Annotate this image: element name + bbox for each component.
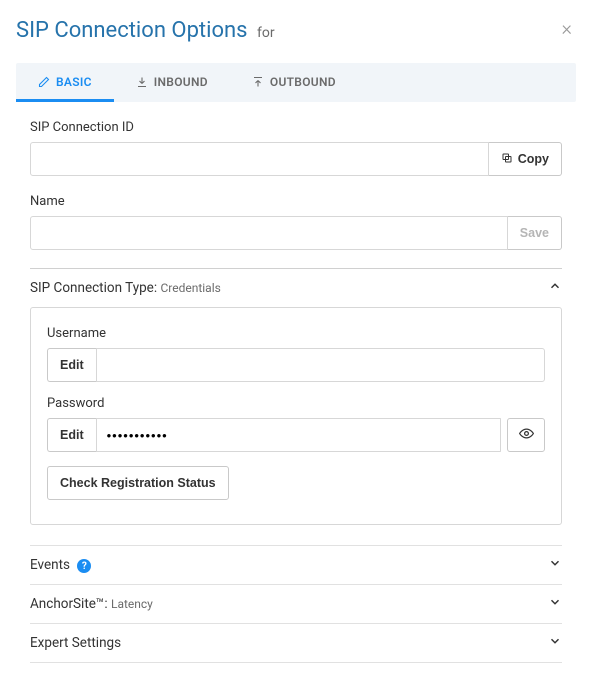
page-title-main: SIP Connection Options xyxy=(16,18,248,43)
help-icon: ? xyxy=(77,559,91,573)
sip-id-label: SIP Connection ID xyxy=(30,120,562,135)
page-title-for: for xyxy=(257,25,275,41)
sip-id-input[interactable] xyxy=(30,142,489,176)
close-button[interactable]: × xyxy=(558,18,576,38)
section-anchorsite-title: AnchorSite™: Latency xyxy=(30,596,153,612)
pencil-icon xyxy=(38,76,50,88)
copy-icon xyxy=(501,152,513,167)
section-events-title: Events ? xyxy=(30,557,91,574)
tab-inbound[interactable]: INBOUND xyxy=(114,63,230,102)
outbound-icon xyxy=(252,76,264,88)
name-label: Name xyxy=(30,194,562,209)
inbound-icon xyxy=(136,76,148,88)
password-label: Password xyxy=(47,396,545,411)
close-icon: × xyxy=(562,16,572,40)
check-registration-button[interactable]: Check Registration Status xyxy=(47,466,229,500)
chevron-down-icon xyxy=(548,634,562,652)
section-expert-settings[interactable]: Expert Settings xyxy=(30,623,562,662)
credentials-panel: Username Edit Password Edit Check Regist… xyxy=(30,307,562,525)
name-input[interactable] xyxy=(30,216,508,250)
tab-bar: BASIC INBOUND OUTBOUND xyxy=(16,63,576,102)
section-expert-title: Expert Settings xyxy=(30,635,121,651)
save-button-label: Save xyxy=(520,226,549,240)
copy-button-label: Copy xyxy=(518,152,549,166)
page-title: SIP Connection Options for xyxy=(16,18,275,43)
save-button[interactable]: Save xyxy=(508,216,562,250)
section-connection-type[interactable]: SIP Connection Type: Credentials xyxy=(30,268,562,307)
section-events[interactable]: Events ? xyxy=(30,545,562,584)
copy-button[interactable]: Copy xyxy=(489,142,562,176)
password-edit-button[interactable]: Edit xyxy=(47,418,96,452)
username-input[interactable] xyxy=(96,348,545,382)
chevron-down-icon xyxy=(548,595,562,613)
reveal-password-button[interactable] xyxy=(507,418,545,452)
chevron-down-icon xyxy=(548,556,562,574)
username-label: Username xyxy=(47,326,545,341)
tab-basic-label: BASIC xyxy=(56,75,92,89)
section-anchorsite[interactable]: AnchorSite™: Latency xyxy=(30,584,562,623)
eye-icon xyxy=(519,426,534,444)
tab-outbound-label: OUTBOUND xyxy=(270,75,336,89)
tab-outbound[interactable]: OUTBOUND xyxy=(230,63,358,102)
password-input[interactable] xyxy=(96,418,500,452)
username-edit-button[interactable]: Edit xyxy=(47,348,96,382)
chevron-up-icon xyxy=(548,279,562,297)
section-connection-type-title: SIP Connection Type: Credentials xyxy=(30,280,221,296)
tab-basic[interactable]: BASIC xyxy=(16,63,114,102)
tab-inbound-label: INBOUND xyxy=(154,75,208,89)
